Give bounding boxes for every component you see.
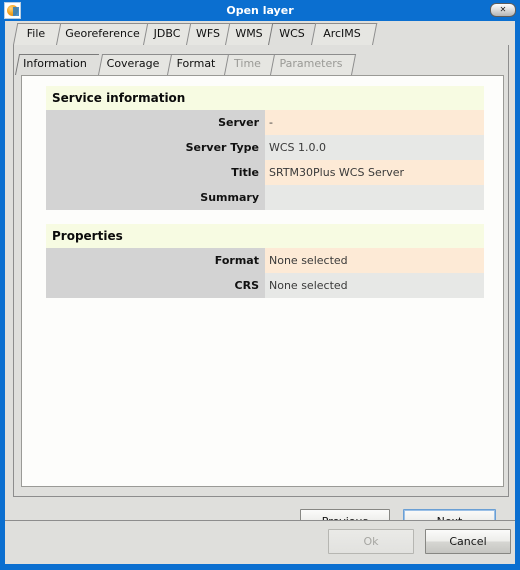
tab-georeference[interactable]: Georeference — [56, 23, 154, 45]
tab-wcs[interactable]: WCS — [268, 23, 321, 45]
table-row: Title SRTM30Plus WCS Server — [46, 160, 484, 185]
row-value-title: SRTM30Plus WCS Server — [265, 160, 484, 185]
service-information-heading-row: Service information — [46, 86, 484, 110]
properties-table: Properties Format None selected CRS None… — [46, 224, 484, 298]
tab-wms-label: WMS — [235, 27, 263, 40]
close-icon[interactable]: ✕ — [490, 3, 516, 17]
ok-button: Ok — [328, 529, 414, 554]
table-row: Format None selected — [46, 248, 484, 273]
titlebar: Open layer ✕ — [0, 0, 520, 21]
tab-parameters-label: Parameters — [279, 57, 343, 70]
service-information-heading: Service information — [46, 86, 484, 110]
open-layer-window: Open layer ✕ File Georeference JDBC WFS — [0, 0, 520, 570]
tab-format-label: Format — [176, 57, 216, 70]
row-label-title: Title — [46, 160, 265, 185]
tab-coverage[interactable]: Coverage — [98, 54, 173, 75]
information-panel: Service information Server - Server Type… — [21, 75, 504, 487]
table-row: Server Type WCS 1.0.0 — [46, 135, 484, 160]
tab-time: Time — [224, 54, 276, 75]
table-row: CRS None selected — [46, 273, 484, 298]
client-area: File Georeference JDBC WFS WMS WCS ArcIM… — [5, 21, 515, 564]
row-label-crs: CRS — [46, 273, 265, 298]
tab-arcims[interactable]: ArcIMS — [311, 23, 378, 45]
tab-wfs-label: WFS — [196, 27, 220, 40]
tab-coverage-label: Coverage — [106, 57, 160, 70]
tab-file[interactable]: File — [13, 23, 64, 45]
tab-file-label: File — [26, 27, 46, 40]
table-row: Summary — [46, 185, 484, 210]
tab-wms[interactable]: WMS — [225, 23, 278, 45]
window-title: Open layer — [226, 4, 294, 17]
row-value-summary — [265, 185, 484, 210]
wcs-subtabstrip: Information Coverage Format Time Paramet… — [15, 54, 495, 75]
tab-georeference-label: Georeference — [65, 27, 140, 40]
row-label-server: Server — [46, 110, 265, 135]
tab-information-label: Information — [23, 57, 87, 70]
tab-jdbc[interactable]: JDBC — [143, 23, 196, 45]
protocol-tabstrip: File Georeference JDBC WFS WMS WCS ArcIM… — [5, 23, 515, 45]
row-value-server: - — [265, 110, 484, 135]
tab-information[interactable]: Information — [15, 54, 100, 75]
row-label-server-type: Server Type — [46, 135, 265, 160]
row-label-summary: Summary — [46, 185, 265, 210]
tab-format[interactable]: Format — [167, 54, 230, 75]
tab-parameters: Parameters — [270, 54, 357, 75]
properties-heading: Properties — [46, 224, 484, 248]
cancel-button[interactable]: Cancel — [425, 529, 511, 554]
properties-heading-row: Properties — [46, 224, 484, 248]
tab-wfs[interactable]: WFS — [186, 23, 235, 45]
service-information-table: Service information Server - Server Type… — [46, 86, 484, 210]
row-value-server-type: WCS 1.0.0 — [265, 135, 484, 160]
row-value-crs: None selected — [265, 273, 484, 298]
tab-jdbc-label: JDBC — [153, 27, 181, 40]
table-row: Server - — [46, 110, 484, 135]
tab-wcs-label: WCS — [279, 27, 305, 40]
tab-arcims-label: ArcIMS — [323, 27, 361, 40]
tab-time-label: Time — [234, 57, 261, 70]
row-value-format: None selected — [265, 248, 484, 273]
row-label-format: Format — [46, 248, 265, 273]
